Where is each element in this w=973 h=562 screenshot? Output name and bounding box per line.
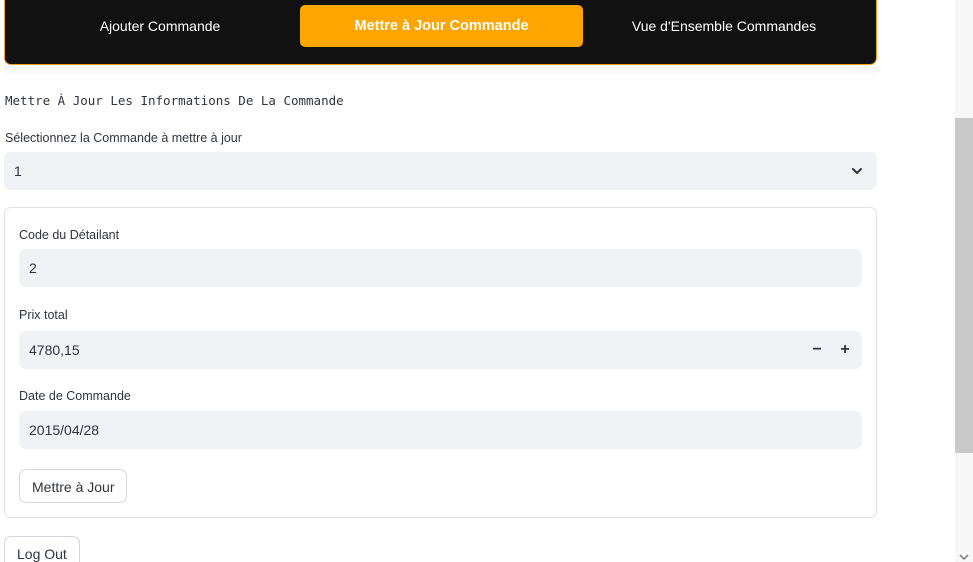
tab-vue-ensemble-commandes[interactable]: Vue d'Ensemble Commandes <box>583 5 865 47</box>
logout-button[interactable]: Log Out <box>4 536 80 562</box>
vertical-scrollbar[interactable] <box>955 0 973 562</box>
tab-mettre-a-jour-commande[interactable]: Mettre à Jour Commande <box>300 5 583 47</box>
retailer-code-input[interactable]: 2 <box>19 249 862 287</box>
update-order-form: Code du Détailant 2 Prix total 4780,15 −… <box>4 207 877 518</box>
retailer-code-label: Code du Détailant <box>19 228 120 242</box>
order-select[interactable]: 1 <box>4 152 877 190</box>
update-button[interactable]: Mettre à Jour <box>19 469 128 503</box>
total-price-input[interactable]: 4780,15 <box>29 331 789 369</box>
scroll-down-arrow-icon[interactable] <box>959 553 969 561</box>
total-price-field: 4780,15 − + <box>19 331 862 369</box>
top-navigation-bar: Ajouter Commande Mettre à Jour Commande … <box>4 0 877 65</box>
nav-shadow <box>4 66 877 78</box>
order-date-label: Date de Commande <box>19 389 131 403</box>
page-subtitle: Mettre À Jour Les Informations De La Com… <box>5 93 344 108</box>
order-select-value: 1 <box>14 163 22 179</box>
increment-button[interactable]: + <box>830 331 860 369</box>
app-page: Ajouter Commande Mettre à Jour Commande … <box>0 0 973 562</box>
order-select-label: Sélectionnez la Commande à mettre à jour <box>5 131 242 145</box>
order-date-input[interactable]: 2015/04/28 <box>19 411 862 449</box>
total-price-label: Prix total <box>19 308 68 322</box>
chevron-down-icon <box>852 168 862 174</box>
scrollbar-thumb[interactable] <box>955 118 973 453</box>
decrement-button[interactable]: − <box>802 331 832 369</box>
tab-ajouter-commande[interactable]: Ajouter Commande <box>19 5 301 47</box>
